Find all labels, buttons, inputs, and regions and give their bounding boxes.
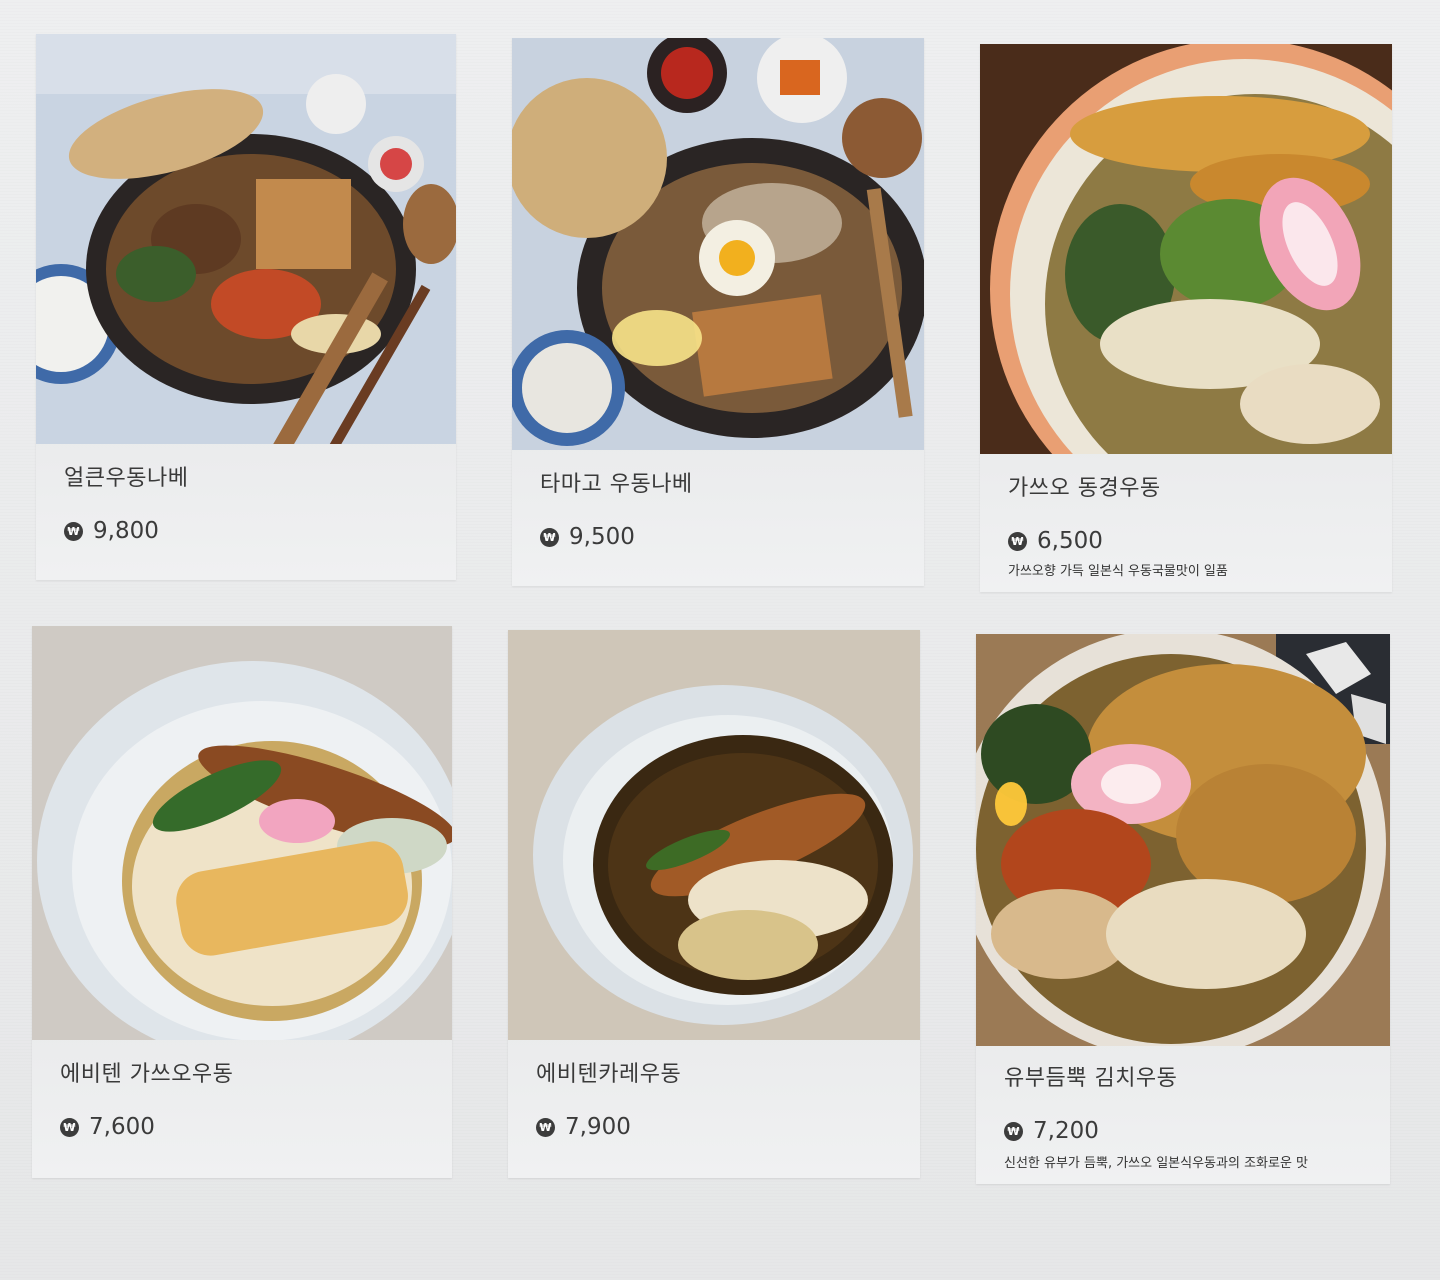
menu-item-name: 에비텐 가쓰오우동 (60, 1062, 234, 1087)
menu-card[interactable]: 에비텐 가쓰오우동 ₩ 7,600 (32, 626, 452, 1178)
menu-card[interactable]: 가쓰오 동경우동 ₩ 6,500 가쓰오향 가득 일본식 우동국물맛이 일품 (980, 44, 1392, 592)
menu-item-price-row: ₩ 7,900 (536, 1114, 631, 1140)
menu-item-price-row: ₩ 7,200 (1004, 1118, 1099, 1144)
menu-item-price: 7,200 (1033, 1118, 1099, 1144)
menu-item-description: 가쓰오향 가득 일본식 우동국물맛이 일품 (1008, 564, 1228, 579)
menu-item-price: 7,600 (89, 1114, 155, 1140)
won-icon: ₩ (1008, 531, 1027, 551)
menu-item-description: 신선한 유부가 듬뿍, 가쓰오 일본식우동과의 조화로운 맛 (1004, 1156, 1309, 1171)
ebiten-curry-udon-photo (508, 630, 920, 1040)
won-icon: ₩ (64, 521, 83, 541)
menu-item-price: 9,500 (569, 524, 635, 550)
won-icon: ₩ (1004, 1121, 1023, 1141)
menu-card[interactable]: 얼큰우동나베 ₩ 9,800 (36, 34, 456, 580)
menu-card[interactable]: 타마고 우동나베 ₩ 9,500 (512, 38, 924, 586)
menu-item-name: 타마고 우동나베 (540, 472, 693, 497)
menu-item-name: 유부듬뿍 김치우동 (1004, 1066, 1178, 1091)
menu-item-name: 가쓰오 동경우동 (1008, 476, 1161, 501)
menu-item-price-row: ₩ 9,500 (540, 524, 635, 550)
tokyo-udon-photo (980, 44, 1392, 454)
nabe-udon-spicy-photo (36, 34, 456, 444)
menu-card[interactable]: 유부듬뿍 김치우동 ₩ 7,200 신선한 유부가 듬뿍, 가쓰오 일본식우동과… (976, 634, 1390, 1184)
menu-item-price: 6,500 (1037, 528, 1103, 554)
menu-item-price-row: ₩ 6,500 (1008, 528, 1103, 554)
menu-item-price-row: ₩ 7,600 (60, 1114, 155, 1140)
menu-item-price-row: ₩ 9,800 (64, 518, 159, 544)
nabe-udon-egg-photo (512, 38, 924, 450)
menu-card[interactable]: 에비텐카레우동 ₩ 7,900 (508, 630, 920, 1178)
yubu-kimchi-udon-photo (976, 634, 1390, 1046)
menu-item-price: 7,900 (565, 1114, 631, 1140)
menu-item-name: 얼큰우동나베 (64, 466, 189, 491)
won-icon: ₩ (536, 1117, 555, 1137)
menu-screen: 얼큰우동나베 ₩ 9,800 타마고 우동나베 ₩ 9,500 가쓰오 동경우동… (0, 0, 1440, 1280)
menu-item-price: 9,800 (93, 518, 159, 544)
won-icon: ₩ (540, 527, 559, 547)
ebiten-udon-photo (32, 626, 452, 1040)
menu-item-name: 에비텐카레우동 (536, 1062, 682, 1087)
won-icon: ₩ (60, 1117, 79, 1137)
